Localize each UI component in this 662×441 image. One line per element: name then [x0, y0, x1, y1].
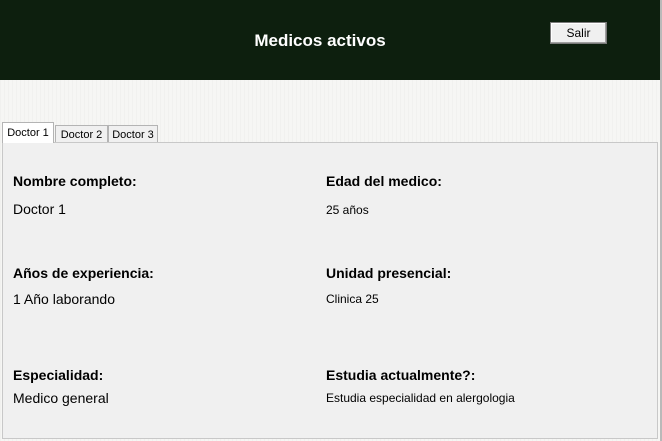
- page-title: Medicos activos: [254, 31, 386, 50]
- studying-label: Estudia actualmente?:: [326, 367, 476, 383]
- experience-value: 1 Año laborando: [13, 291, 115, 307]
- tab-doctor-1[interactable]: Doctor 1: [2, 122, 54, 143]
- age-value: 25 años: [326, 203, 369, 217]
- header-bar: Medicos activos Salir: [0, 0, 660, 80]
- studying-value: Estudia especialidad en alergologia: [326, 391, 515, 405]
- experience-label: Años de experiencia:: [13, 265, 154, 281]
- tab-doctor-2[interactable]: Doctor 2: [55, 125, 108, 143]
- name-value: Doctor 1: [13, 201, 66, 217]
- tab-doctor-3[interactable]: Doctor 3: [108, 125, 158, 143]
- unit-value: Clinica 25: [326, 292, 379, 306]
- name-label: Nombre completo:: [13, 173, 137, 189]
- specialty-value: Medico general: [13, 390, 109, 406]
- age-label: Edad del medico:: [326, 173, 442, 189]
- specialty-label: Especialidad:: [13, 367, 104, 383]
- doctor-details-panel: Nombre completo: Doctor 1 Edad del medic…: [2, 142, 658, 439]
- unit-label: Unidad presencial:: [326, 265, 452, 281]
- exit-button[interactable]: Salir: [550, 22, 607, 44]
